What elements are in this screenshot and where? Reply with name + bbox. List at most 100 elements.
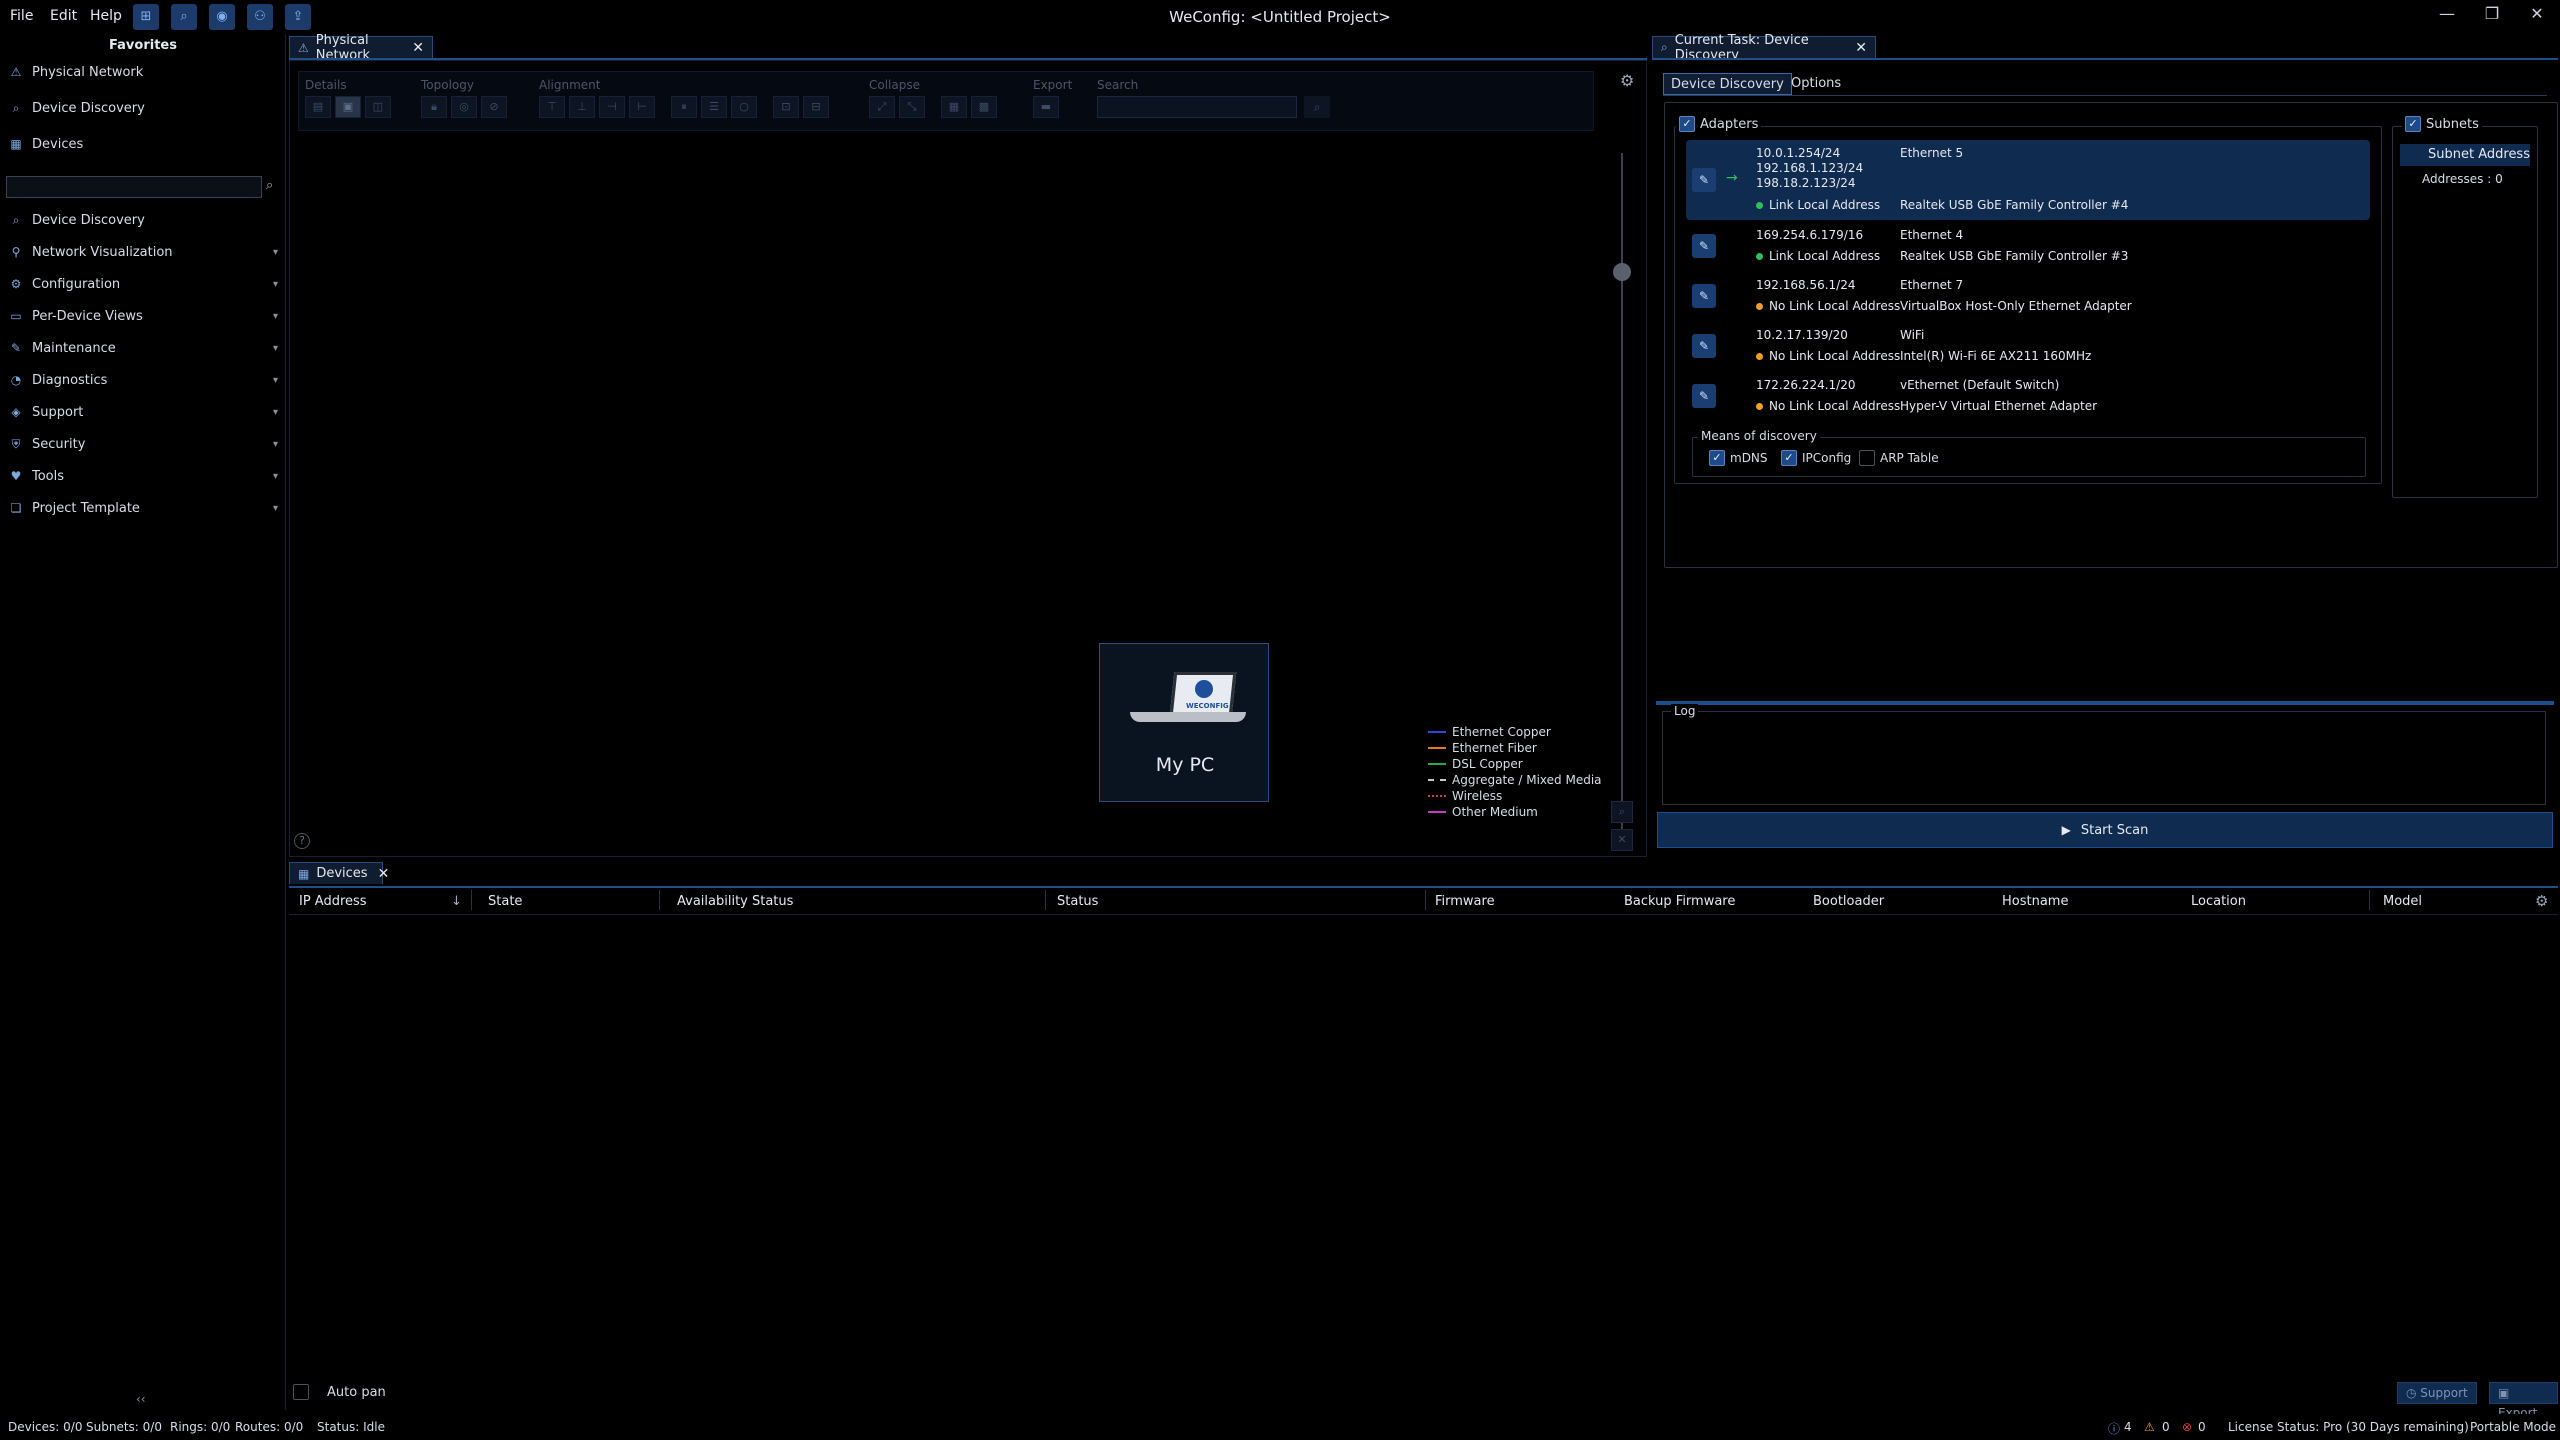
tab-devices[interactable]: ▦ Devices ✕: [289, 862, 389, 884]
edit-icon[interactable]: ✎: [1692, 384, 1716, 408]
search-icon[interactable]: ⌕: [266, 178, 273, 193]
zoom-slider-handle[interactable]: [1613, 263, 1631, 281]
restore-icon[interactable]: ❐: [2477, 4, 2507, 23]
adapters-header[interactable]: ✓ Adapters: [1676, 116, 1762, 132]
section-device-discovery[interactable]: ⌕ Device Discovery: [8, 208, 278, 232]
col-backup-firmware[interactable]: Backup Firmware: [1624, 894, 1735, 909]
col-hostname[interactable]: Hostname: [2002, 894, 2068, 909]
col-ip-address[interactable]: IP Address: [299, 894, 367, 909]
close-icon[interactable]: ✕: [1855, 40, 1867, 56]
menu-file[interactable]: File: [10, 8, 33, 24]
adapter-row[interactable]: ✎ 169.254.6.179/16 Ethernet 4 Link Local…: [1686, 222, 2370, 270]
align-right-icon[interactable]: ⊢: [629, 96, 655, 118]
details-icon[interactable]: ▤: [305, 96, 331, 118]
lock-icon[interactable]: 🔒︎: [421, 96, 447, 118]
splitter[interactable]: [1656, 701, 2554, 705]
export-icon[interactable]: ▬: [1033, 96, 1059, 118]
info-icon[interactable]: ⓘ: [2108, 1420, 2120, 1437]
group-icon[interactable]: ⊡: [773, 96, 799, 118]
ipconfig-checkbox[interactable]: ✓: [1781, 450, 1797, 466]
fav-physical-network[interactable]: ⚠ Physical Network: [8, 60, 278, 84]
tab-physical-network[interactable]: ⚠ Physical Network ✕: [289, 33, 433, 63]
subnets-checkbox[interactable]: ✓: [2405, 116, 2421, 132]
align-bottom-icon[interactable]: ⊥: [569, 96, 595, 118]
edit-icon[interactable]: ✎: [1692, 234, 1716, 258]
edit-icon[interactable]: ✎: [1692, 334, 1716, 358]
edit-icon[interactable]: ✎: [1692, 168, 1716, 192]
topology-icon[interactable]: ◎: [451, 96, 477, 118]
col-status[interactable]: Status: [1057, 894, 1098, 909]
quick-user-icon[interactable]: ⚇: [247, 4, 273, 30]
ungroup-icon[interactable]: ⊟: [803, 96, 829, 118]
topology-hide-icon[interactable]: ⊘: [481, 96, 507, 118]
ipconfig-option[interactable]: ✓ IPConfig: [1778, 450, 1855, 466]
quick-new-icon[interactable]: ⊞: [133, 4, 159, 30]
sidebar-search-input[interactable]: [6, 176, 262, 198]
section-maintenance[interactable]: ✎ Maintenance ▾: [8, 336, 278, 360]
arp-option[interactable]: ARP Table: [1856, 450, 1942, 466]
collapse-sidebar-icon[interactable]: ‹‹: [136, 1392, 146, 1406]
grid-alt-icon[interactable]: ▩: [971, 96, 997, 118]
sort-down-icon[interactable]: ↓: [451, 894, 462, 909]
zoom-fit-icon[interactable]: ⌕: [1611, 801, 1633, 823]
warning-icon[interactable]: ⚠: [2144, 1420, 2155, 1434]
quick-upload-icon[interactable]: ⇪: [285, 4, 311, 30]
quick-discovery-icon[interactable]: ⌕: [171, 4, 197, 30]
error-icon[interactable]: ⊗: [2182, 1420, 2192, 1434]
collapse-icon[interactable]: ⤡: [899, 96, 925, 118]
distribute-v-icon[interactable]: ☰: [701, 96, 727, 118]
subnets-header[interactable]: ✓ Subnets: [2402, 116, 2482, 132]
minimize-icon[interactable]: —: [2432, 4, 2462, 23]
adapter-row[interactable]: ✎ 172.26.224.1/20 vEthernet (Default Swi…: [1686, 372, 2370, 420]
support-button[interactable]: ◷ Support: [2397, 1382, 2477, 1404]
section-diagnostics[interactable]: ◔ Diagnostics ▾: [8, 368, 278, 392]
col-model[interactable]: Model: [2383, 894, 2422, 909]
section-tools[interactable]: ♥ Tools ▾: [8, 464, 278, 488]
expand-icon[interactable]: ⤢: [869, 96, 895, 118]
tab-options[interactable]: Options: [1784, 73, 1848, 95]
section-security[interactable]: ⛨ Security ▾: [8, 432, 278, 456]
col-location[interactable]: Location: [2191, 894, 2246, 909]
section-network-visualization[interactable]: ⚲ Network Visualization ▾: [8, 240, 278, 264]
mdns-option[interactable]: ✓ mDNS: [1706, 450, 1771, 466]
section-project-template[interactable]: ❏ Project Template ▾: [8, 496, 278, 520]
align-top-icon[interactable]: ⊤: [539, 96, 565, 118]
grid-icon[interactable]: ▦: [941, 96, 967, 118]
fav-device-discovery[interactable]: ⌕ Device Discovery: [8, 96, 278, 120]
menu-edit[interactable]: Edit: [50, 8, 77, 24]
col-availability-status[interactable]: Availability Status: [677, 894, 793, 909]
mdns-checkbox[interactable]: ✓: [1709, 450, 1725, 466]
close-window-icon[interactable]: ✕: [2522, 4, 2552, 23]
align-circle-icon[interactable]: ○: [731, 96, 757, 118]
zoom-reset-icon[interactable]: ✕: [1611, 829, 1633, 851]
section-per-device-views[interactable]: ▭ Per-Device Views ▾: [8, 304, 278, 328]
col-firmware[interactable]: Firmware: [1435, 894, 1495, 909]
start-scan-button[interactable]: ▶ Start Scan: [1657, 812, 2553, 848]
close-icon[interactable]: ✕: [378, 866, 390, 882]
help-icon[interactable]: ?: [294, 833, 310, 849]
adapter-row[interactable]: ✎ 192.168.56.1/24 Ethernet 7 No Link Loc…: [1686, 272, 2370, 320]
tab-device-discovery[interactable]: Device Discovery: [1663, 73, 1792, 95]
export-button[interactable]: ▣ Export: [2489, 1382, 2558, 1420]
adapters-checkbox[interactable]: ✓: [1679, 116, 1695, 132]
arp-checkbox[interactable]: [1859, 450, 1875, 466]
menu-help[interactable]: Help: [90, 8, 122, 24]
tab-current-task[interactable]: ⌕ Current Task: Device Discovery ✕: [1652, 33, 1876, 63]
col-state[interactable]: State: [488, 894, 522, 909]
auto-pan-checkbox[interactable]: [293, 1384, 309, 1400]
auto-pan-toggle[interactable]: Auto pan: [293, 1384, 386, 1400]
distribute-h-icon[interactable]: ⏸: [671, 96, 697, 118]
network-search-input[interactable]: [1097, 96, 1297, 118]
adapter-row[interactable]: ✎ 10.2.17.139/20 WiFi No Link Local Addr…: [1686, 322, 2370, 370]
close-icon[interactable]: ✕: [412, 40, 424, 56]
gear-icon[interactable]: ⚙: [2535, 892, 2548, 910]
device-node-my-pc[interactable]: WECONFIG My PC: [1099, 643, 1269, 802]
quick-refresh-icon[interactable]: ◉: [209, 4, 235, 30]
col-bootloader[interactable]: Bootloader: [1813, 894, 1884, 909]
details-compact-icon[interactable]: ▣: [335, 96, 361, 118]
subnet-address-header[interactable]: Subnet Address: [2400, 144, 2530, 166]
search-icon[interactable]: ⌕: [1304, 96, 1330, 118]
align-left-icon[interactable]: ⊣: [599, 96, 625, 118]
edit-icon[interactable]: ✎: [1692, 284, 1716, 308]
section-support[interactable]: ◈ Support ▾: [8, 400, 278, 424]
